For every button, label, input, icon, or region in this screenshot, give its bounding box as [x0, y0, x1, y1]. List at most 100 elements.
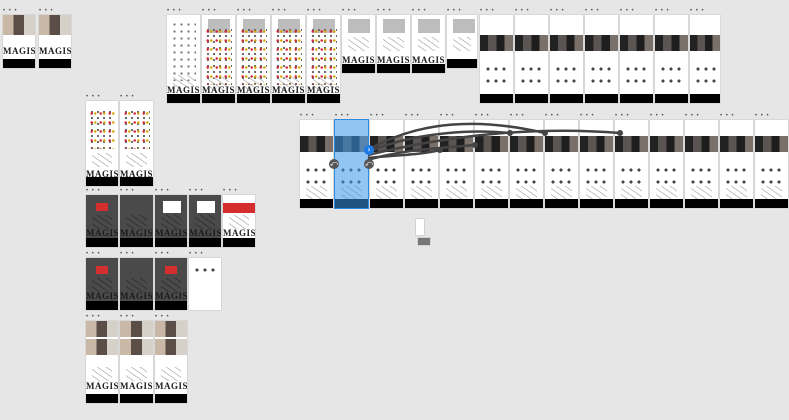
- artboard-label: • • •: [342, 8, 357, 14]
- artboard-modal-2[interactable]: • • • MAGIS: [120, 188, 153, 247]
- artboard-detail-t5[interactable]: • • •: [620, 8, 653, 103]
- artboard-label: • • •: [86, 188, 101, 194]
- artboard-detail-t1[interactable]: • • •: [480, 8, 513, 103]
- brand-wordmark: MAGIS: [155, 228, 187, 238]
- prototype-back-handle-2[interactable]: ⤺: [364, 159, 374, 169]
- artboard-label: • • •: [405, 113, 420, 119]
- artboard-label: • • •: [120, 314, 135, 320]
- artboard-product-a2[interactable]: • • • MAGIS: [377, 8, 410, 73]
- brand-wordmark: MAGIS: [120, 381, 153, 391]
- artboard-photo-2[interactable]: • • • MAGIS: [120, 314, 153, 403]
- artboard-label: • • •: [39, 8, 54, 14]
- artboard-label: • • •: [155, 188, 170, 194]
- artboard-detail-t2[interactable]: • • •: [515, 8, 548, 103]
- artboard-label: • • •: [167, 8, 182, 14]
- artboard-detail-9[interactable]: • • •: [580, 113, 613, 208]
- artboard-product-a3[interactable]: • • • MAGIS: [412, 8, 445, 73]
- artboard-label: • • •: [3, 8, 18, 14]
- artboard-label: • • •: [550, 8, 565, 14]
- artboard-label: • • •: [370, 113, 385, 119]
- artboard-label: • • •: [650, 113, 665, 119]
- artboard-detail-6[interactable]: • • •: [475, 113, 508, 208]
- artboard-label: • • •: [690, 8, 705, 14]
- artboard-modal-9[interactable]: • • •: [189, 251, 221, 310]
- artboard-label: • • •: [300, 113, 315, 119]
- artboard-modal-6[interactable]: • • • MAGIS: [86, 251, 118, 310]
- artboard-detail-3[interactable]: • • •: [370, 113, 403, 208]
- prototype-link-handle[interactable]: ›: [364, 145, 374, 155]
- artboard-label: • • •: [510, 113, 525, 119]
- artboard-detail-5[interactable]: • • •: [440, 113, 473, 208]
- artboard-label: • • •: [620, 8, 635, 14]
- artboard-category-1[interactable]: • • • MAGIS: [86, 94, 118, 186]
- brand-wordmark: MAGIS: [120, 228, 153, 238]
- artboard-modal-3[interactable]: • • • MAGIS: [155, 188, 187, 247]
- brand-wordmark: MAGIS: [155, 291, 187, 301]
- artboard-photo-1[interactable]: • • • MAGIS: [86, 314, 118, 403]
- artboard-detail-12[interactable]: • • •: [685, 113, 718, 208]
- brand-wordmark: MAGIS: [120, 291, 153, 301]
- artboard-detail-7[interactable]: • • •: [510, 113, 543, 208]
- artboard-label: • • •: [335, 113, 350, 119]
- artboard-modal-4[interactable]: • • • MAGIS: [189, 188, 221, 247]
- artboard-detail-t7[interactable]: • • •: [690, 8, 720, 103]
- artboard-catalog-3[interactable]: • • • MAGIS: [237, 8, 270, 103]
- artboard-photo-3[interactable]: • • • MAGIS: [155, 314, 187, 403]
- artboard-modal-7[interactable]: • • • MAGIS: [120, 251, 153, 310]
- artboard-label: • • •: [440, 113, 455, 119]
- artboard-label: • • •: [202, 8, 217, 14]
- artboard-catalog-1[interactable]: • • • MAGIS: [167, 8, 200, 103]
- artboard-label: • • •: [86, 94, 101, 100]
- artboard-label: • • •: [307, 8, 322, 14]
- artboard-label: • • •: [120, 94, 135, 100]
- artboard-catalog-5[interactable]: • • • MAGIS: [307, 8, 340, 103]
- artboard-home-2[interactable]: • • • MAGIS: [39, 8, 71, 68]
- artboard-catalog-4[interactable]: • • • MAGIS: [272, 8, 305, 103]
- artboard-label: • • •: [755, 113, 770, 119]
- brand-wordmark: MAGIS: [86, 291, 118, 301]
- artboard-label: • • •: [189, 251, 204, 257]
- brand-wordmark: MAGIS: [155, 381, 187, 391]
- artboard-modal-5[interactable]: • • • MAGIS: [223, 188, 255, 247]
- artboard-product-a1[interactable]: • • • MAGIS: [342, 8, 375, 73]
- prototype-back-handle[interactable]: ⤺: [329, 159, 339, 169]
- artboard-label: • • •: [615, 113, 630, 119]
- artboard-label: • • •: [545, 113, 560, 119]
- brand-wordmark: MAGIS: [86, 381, 118, 391]
- brand-wordmark: MAGIS: [39, 46, 71, 56]
- artboard-detail-10[interactable]: • • •: [615, 113, 648, 208]
- artboard-label: • • •: [475, 113, 490, 119]
- artboard-label: • • •: [86, 314, 101, 320]
- artboard-label: • • •: [86, 251, 101, 257]
- artboard-label: • • •: [515, 8, 530, 14]
- artboard-label: • • •: [720, 113, 735, 119]
- artboard-detail-13[interactable]: • • •: [720, 113, 753, 208]
- artboard-label: • • •: [447, 8, 462, 14]
- artboard-label: • • •: [120, 188, 135, 194]
- artboard-label: • • •: [377, 8, 392, 14]
- artboard-detail-8[interactable]: • • •: [545, 113, 578, 208]
- artboard-label: • • •: [237, 8, 252, 14]
- artboard-label: • • •: [412, 8, 427, 14]
- artboard-detail-t4[interactable]: • • •: [585, 8, 618, 103]
- artboard-label: • • •: [480, 8, 495, 14]
- brand-wordmark: MAGIS: [223, 228, 255, 238]
- artboard-detail-11[interactable]: • • •: [650, 113, 683, 208]
- artboard-category-2[interactable]: • • • MAGIS: [120, 94, 153, 186]
- component-thumbnail-2[interactable]: [418, 238, 430, 245]
- artboard-product-a4[interactable]: • • •: [447, 8, 477, 68]
- brand-wordmark: MAGIS: [86, 228, 118, 238]
- artboard-home-1[interactable]: • • • MAGIS: [3, 8, 35, 68]
- artboard-detail-t3[interactable]: • • •: [550, 8, 583, 103]
- artboard-modal-1[interactable]: • • • MAGIS: [86, 188, 118, 247]
- artboard-label: • • •: [685, 113, 700, 119]
- artboard-modal-8[interactable]: • • • MAGIS: [155, 251, 187, 310]
- artboard-catalog-2[interactable]: • • • MAGIS: [202, 8, 235, 103]
- artboard-label: • • •: [189, 188, 204, 194]
- component-thumbnail-1[interactable]: [416, 219, 424, 235]
- artboard-detail-14[interactable]: • • •: [755, 113, 788, 208]
- artboard-detail-t6[interactable]: • • •: [655, 8, 688, 103]
- brand-wordmark: MAGIS: [3, 46, 35, 56]
- artboard-label: • • •: [580, 113, 595, 119]
- artboard-detail-4[interactable]: • • •: [405, 113, 438, 208]
